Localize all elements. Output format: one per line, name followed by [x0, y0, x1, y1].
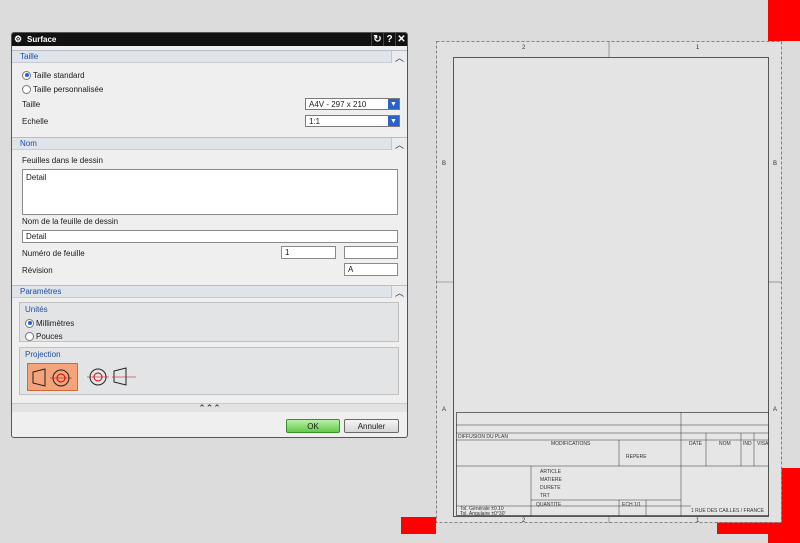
revision-label: Révision — [22, 266, 53, 275]
tb-date: DATE — [689, 441, 702, 447]
red-marker-top-right — [768, 0, 800, 41]
section-taille-title: Taille — [20, 52, 39, 61]
zone-right-b: B — [773, 161, 778, 167]
taille-select-value: A4V - 297 x 210 — [309, 99, 367, 109]
collapse-icon[interactable]: ︿ — [391, 51, 407, 63]
zone-left-a: A — [442, 407, 447, 413]
revision-value: A — [348, 265, 354, 274]
section-nom-title: Nom — [20, 139, 37, 148]
radio-taille-standard[interactable]: Taille standard — [22, 69, 85, 81]
tb-ech: ECH 1/1 — [622, 502, 641, 508]
numero-feuille-value: 1 — [285, 248, 290, 257]
nom-feuille-value: Detail — [26, 232, 47, 241]
third-angle-projection-button[interactable] — [84, 363, 139, 391]
section-taille-header[interactable]: Taille ︿ — [12, 50, 407, 63]
tb-indice: IND — [743, 441, 752, 447]
tb-company: 1 RUE DES CAILLES / FRANCE — [691, 508, 765, 514]
first-angle-projection-button[interactable] — [27, 363, 78, 391]
radio-millimetres[interactable]: Millimètres — [25, 317, 74, 329]
tb-nom: NOM — [719, 441, 731, 447]
projection-group: Projection — [19, 347, 399, 395]
echelle-select-value: 1:1 — [309, 116, 321, 126]
tb-matiere: MATIERE — [540, 477, 562, 483]
radio-pouces-label: Pouces — [36, 331, 63, 341]
tb-tol-angulaire: Tol. Angulaire ±0°30' — [460, 511, 506, 517]
nom-feuille-label: Nom de la feuille de dessin — [22, 217, 119, 226]
collapse-icon[interactable]: ︿ — [391, 286, 407, 298]
section-nom-header[interactable]: Nom ︿ — [12, 137, 407, 150]
radio-pouces[interactable]: Pouces — [25, 330, 63, 342]
numero-feuille-extra-input[interactable] — [344, 246, 398, 259]
tb-diffusion: DIFFUSION DU PLAN — [458, 434, 509, 440]
list-item[interactable]: Detail — [26, 173, 394, 182]
unites-title: Unités — [25, 305, 48, 314]
unites-group: Unités Millimètres Pouces — [19, 302, 399, 342]
radio-taille-standard-label: Taille standard — [33, 70, 85, 80]
tb-article: ARTICLE — [540, 469, 562, 475]
tb-visa: VISA — [757, 441, 769, 447]
close-icon[interactable]: ✕ — [395, 33, 407, 46]
projection-title: Projection — [25, 350, 61, 359]
collapse-icon[interactable]: ︿ — [391, 138, 407, 150]
feuilles-label: Feuilles dans le dessin — [22, 156, 103, 165]
reset-icon[interactable]: ↻ — [371, 33, 383, 46]
nom-feuille-input[interactable]: Detail — [22, 230, 398, 243]
chevron-down-icon: ▼ — [388, 99, 399, 109]
zone-right-a: A — [773, 407, 778, 413]
tb-durete: DURETE — [540, 485, 561, 491]
more-options-toggle[interactable]: ⌃⌃⌃ — [12, 403, 407, 413]
radio-unselected-icon — [22, 84, 31, 94]
radio-selected-icon — [25, 318, 34, 328]
chevron-down-icon: ▼ — [388, 116, 399, 126]
section-parametres-header[interactable]: Paramètres ︿ — [12, 285, 407, 298]
feuilles-listbox[interactable]: Detail — [22, 169, 398, 215]
echelle-select[interactable]: 1:1 ▼ — [305, 115, 400, 127]
revision-input[interactable]: A — [344, 263, 398, 276]
help-icon[interactable]: ? — [383, 33, 395, 46]
radio-millimetres-label: Millimètres — [36, 318, 75, 328]
tb-quantite: QUANTITE — [536, 502, 562, 508]
zone-top-1: 1 — [696, 45, 700, 51]
section-parametres-title: Paramètres — [20, 287, 62, 296]
sheet-labels: 2 1 2 1 B A B A DIFFUSION DU PLAN MODIFI… — [436, 41, 782, 524]
gear-icon[interactable]: ⚙ — [12, 33, 24, 46]
first-angle-projection-icon — [32, 368, 72, 387]
ok-button[interactable]: OK — [286, 419, 340, 433]
radio-unselected-icon — [25, 331, 34, 341]
taille-select[interactable]: A4V - 297 x 210 ▼ — [305, 98, 400, 110]
echelle-label: Echelle — [22, 117, 49, 126]
tb-traitement: TRT — [540, 493, 550, 499]
tb-modifications: MODIFICATIONS — [551, 441, 591, 447]
taille-label: Taille — [22, 100, 41, 109]
radio-taille-personnalisee-label: Taille personnalisée — [33, 84, 104, 94]
zone-bottom-1: 1 — [696, 518, 700, 524]
radio-selected-icon — [22, 70, 31, 80]
dialog-titlebar: ⚙ Surface ↻ ? ✕ — [12, 33, 407, 46]
cancel-button[interactable]: Annuler — [344, 419, 399, 433]
third-angle-projection-icon — [87, 367, 136, 386]
zone-bottom-2: 2 — [522, 518, 526, 524]
numero-feuille-input[interactable]: 1 — [281, 246, 336, 259]
radio-taille-personnalisee[interactable]: Taille personnalisée — [22, 83, 103, 95]
zone-top-2: 2 — [522, 45, 526, 51]
tb-repere: REPERE — [626, 454, 647, 460]
zone-left-b: B — [442, 161, 447, 167]
dialog-title: Surface — [27, 35, 57, 44]
red-marker-bottom-left — [401, 517, 436, 534]
numero-feuille-label: Numéro de feuille — [22, 249, 85, 258]
surface-dialog: ⚙ Surface ↻ ? ✕ Taille ︿ Taille standard… — [11, 32, 408, 438]
